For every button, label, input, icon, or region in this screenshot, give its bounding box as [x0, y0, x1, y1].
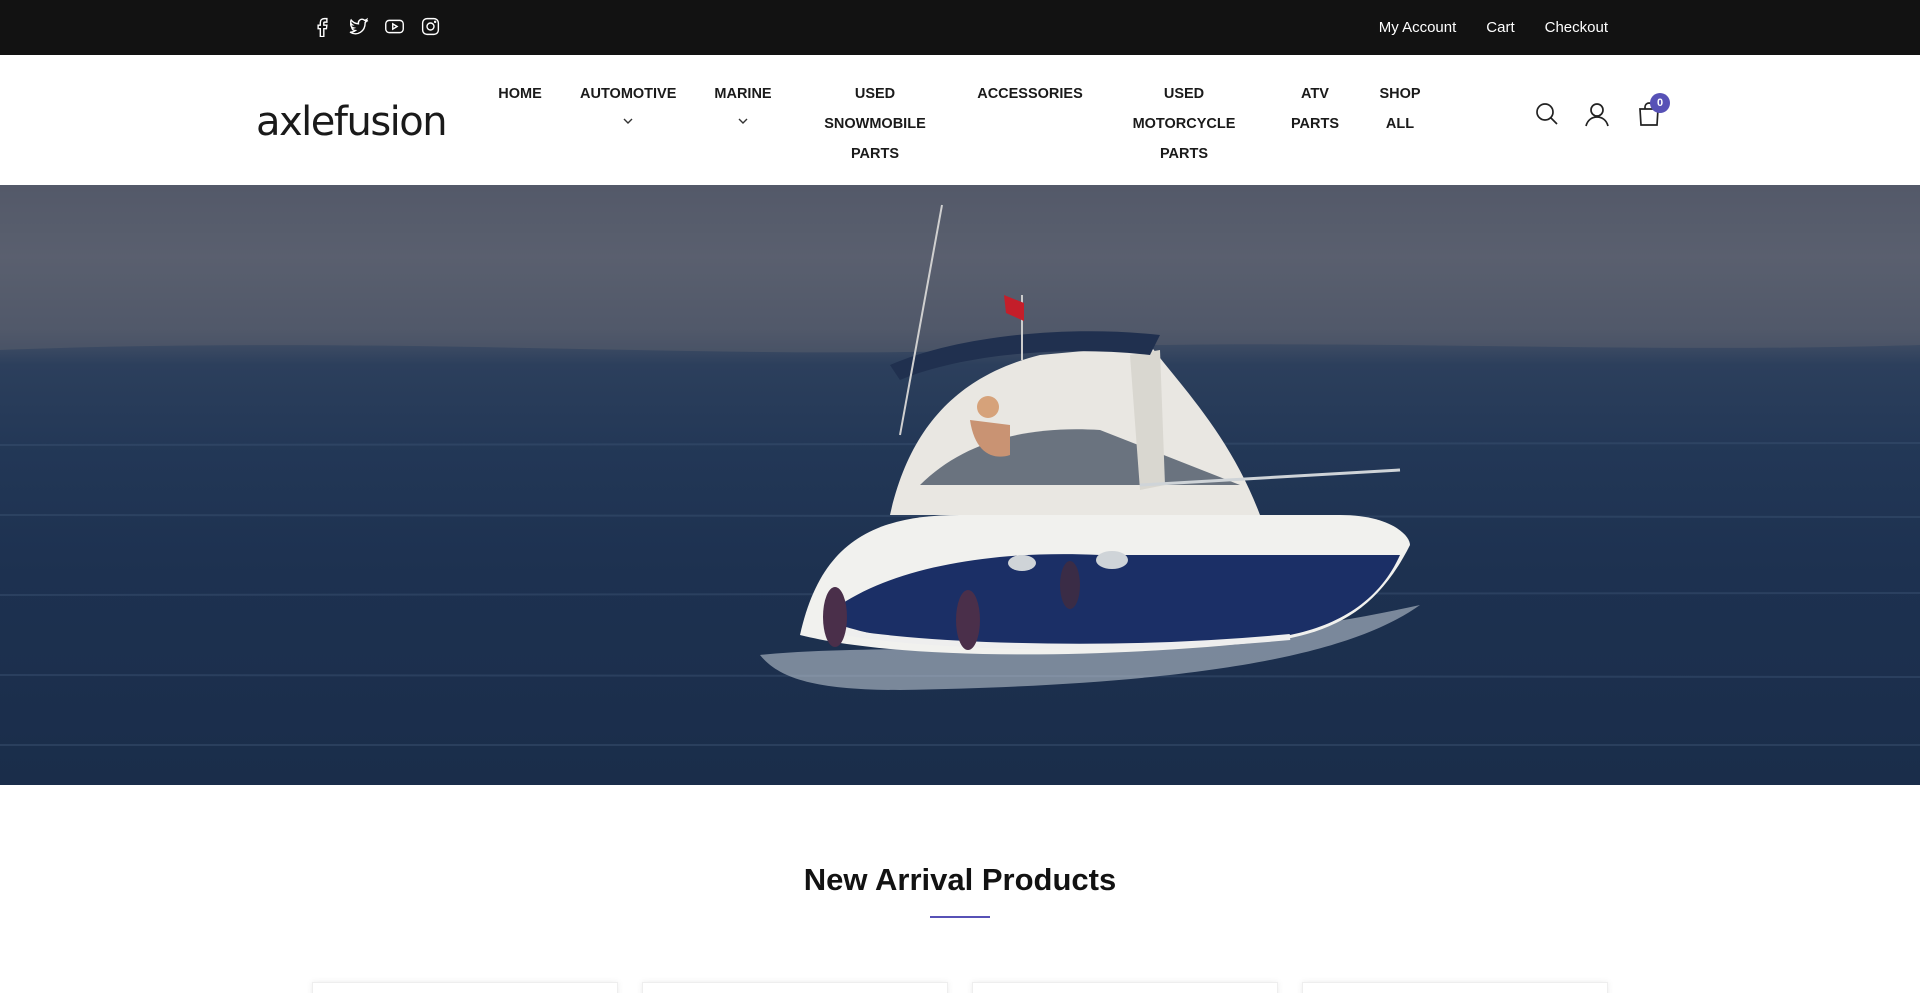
- nav-line: ALL: [1385, 116, 1415, 132]
- nav-home[interactable]: HOME: [492, 79, 548, 109]
- nav-used-motorcycle-parts[interactable]: USED MOTORCYCLE PARTS: [1128, 79, 1240, 169]
- nav-line: SHOP: [1379, 86, 1421, 102]
- site-header: axlefusion HOME AUTOMOTIVE MARINE USED S…: [0, 55, 1920, 185]
- nav-line: PARTS: [1159, 146, 1209, 162]
- section-title: New Arrival Products: [803, 862, 1117, 897]
- nav-automotive-label: AUTOMOTIVE: [580, 86, 677, 102]
- chevron-down-icon[interactable]: [580, 109, 676, 139]
- nav-line: SNOWMOBILE: [824, 116, 926, 132]
- hero-banner[interactable]: [0, 185, 1920, 785]
- nav-line: USED: [1163, 86, 1205, 102]
- checkout-link[interactable]: Checkout: [1545, 19, 1608, 36]
- nav-line: MOTORCYCLE: [1132, 116, 1236, 132]
- nav-accessories[interactable]: ACCESSORIES: [976, 79, 1084, 109]
- title-underline: [930, 916, 990, 918]
- nav-line: PARTS: [1290, 116, 1340, 132]
- twitter-icon[interactable]: [346, 14, 370, 38]
- nav-line: ATV: [1301, 86, 1329, 102]
- top-bar: My Account Cart Checkout: [0, 0, 1920, 55]
- boat-image: [0, 185, 1920, 746]
- product-card[interactable]: [642, 982, 948, 993]
- nav-marine[interactable]: MARINE: [712, 79, 774, 139]
- search-icon[interactable]: [1534, 101, 1560, 132]
- nav-shop-all[interactable]: SHOP ALL: [1374, 79, 1426, 139]
- product-card[interactable]: [312, 982, 618, 993]
- social-links: [310, 14, 442, 38]
- my-account-link[interactable]: My Account: [1379, 19, 1457, 36]
- product-card[interactable]: [1302, 982, 1608, 993]
- nav-home-label: HOME: [498, 86, 542, 102]
- cart-count-badge: 0: [1650, 93, 1670, 113]
- site-logo[interactable]: axlefusion: [256, 99, 448, 145]
- product-card[interactable]: [972, 982, 1278, 993]
- account-icon[interactable]: [1584, 101, 1610, 132]
- nav-accessories-label: ACCESSORIES: [977, 86, 1083, 102]
- nav-line: USED: [854, 86, 896, 102]
- cart-icon[interactable]: 0: [1636, 93, 1670, 132]
- youtube-icon[interactable]: [382, 14, 406, 38]
- chevron-down-icon[interactable]: [712, 109, 774, 139]
- nav-automotive[interactable]: AUTOMOTIVE: [580, 79, 676, 139]
- instagram-icon[interactable]: [418, 14, 442, 38]
- nav-used-snowmobile-parts[interactable]: USED SNOWMOBILE PARTS: [818, 79, 932, 169]
- facebook-icon[interactable]: [310, 14, 334, 38]
- nav-atv-parts[interactable]: ATV PARTS: [1284, 79, 1346, 139]
- cart-link[interactable]: Cart: [1486, 19, 1514, 36]
- nav-line: PARTS: [850, 146, 900, 162]
- nav-marine-label: MARINE: [714, 86, 772, 102]
- top-links: My Account Cart Checkout: [1379, 0, 1608, 55]
